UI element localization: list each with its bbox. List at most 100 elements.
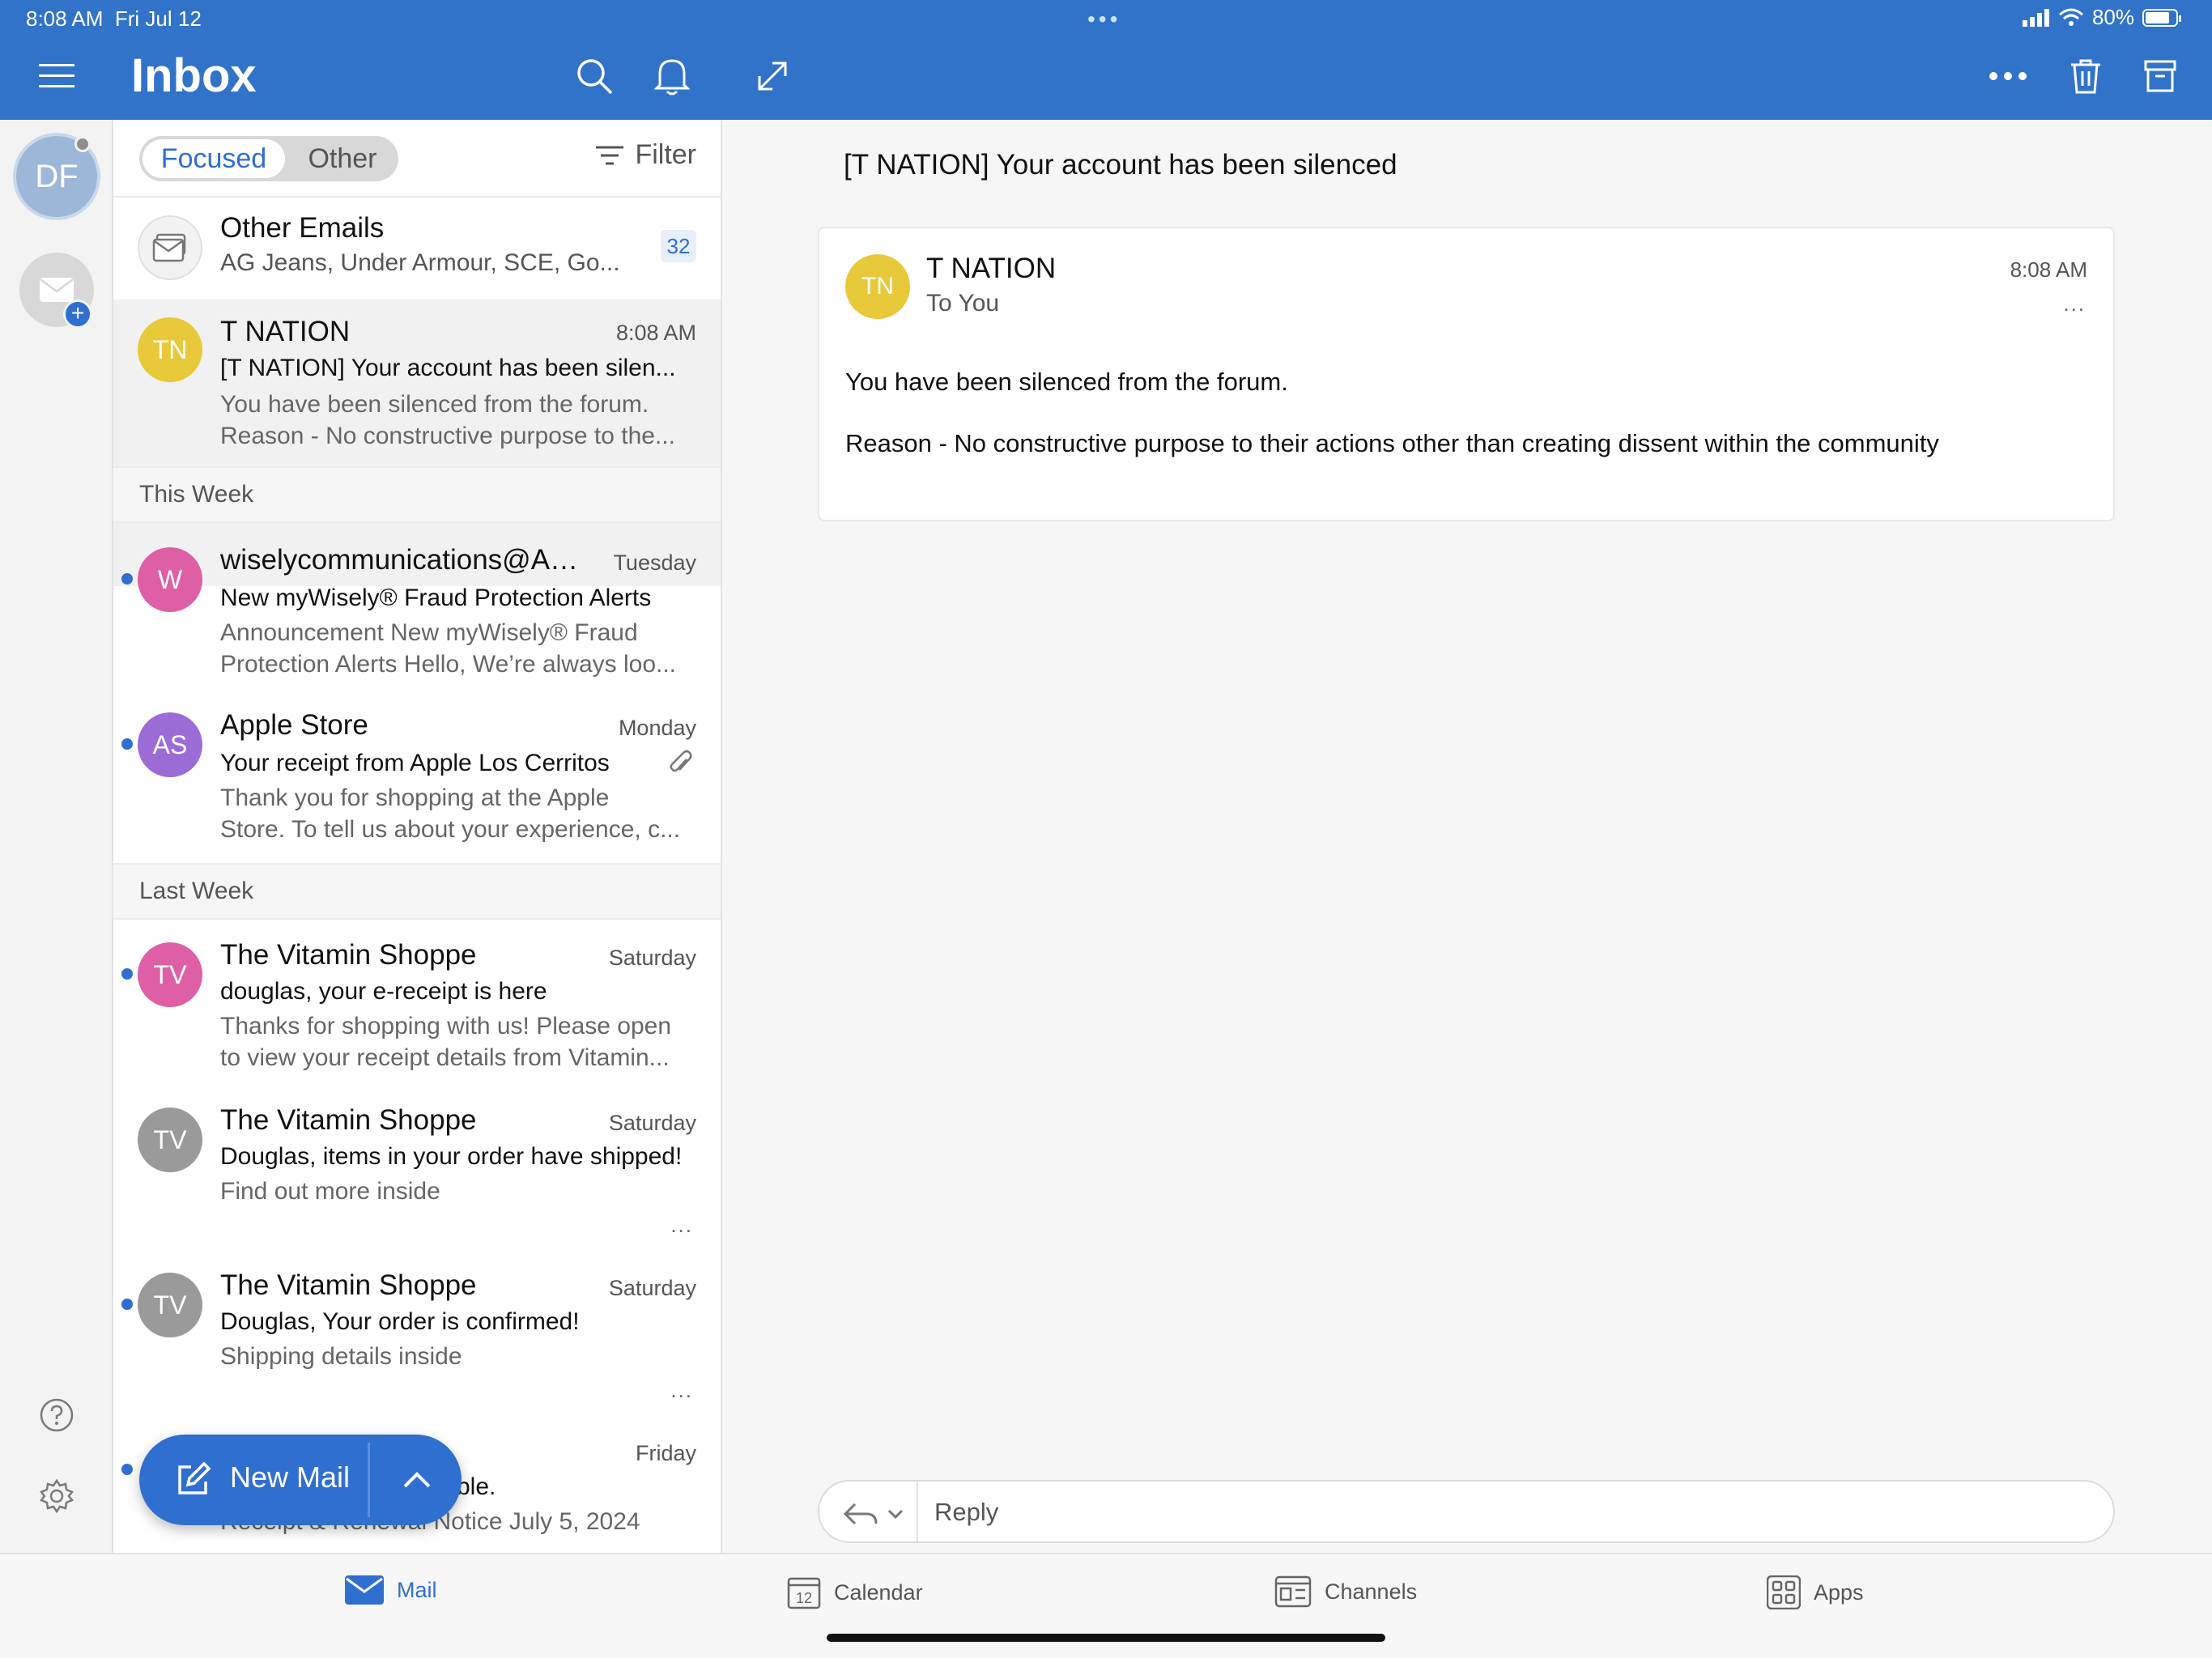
tab-channels[interactable]: Channels xyxy=(1274,1575,1417,1608)
search-icon[interactable] xyxy=(572,53,617,99)
message-subject: Douglas, Your order is confirmed! xyxy=(220,1308,580,1335)
mail-icon xyxy=(345,1575,384,1605)
other-emails-title: Other Emails xyxy=(220,212,385,244)
message-date: Tuesday xyxy=(613,551,696,575)
sender-name: The Vitamin Shoppe xyxy=(220,939,477,971)
message-subject: ble. xyxy=(457,1473,496,1500)
sender-name: T NATION xyxy=(220,316,351,347)
list-item-wisely[interactable]: W wiselycommunications@AD... Tuesday New… xyxy=(113,523,721,688)
bell-icon[interactable] xyxy=(649,53,695,99)
status-time: 8:08 AM Fri Jul 12 xyxy=(26,6,202,31)
signal-icon xyxy=(2022,8,2049,27)
message-subject: New myWisely® Fraud Protection Alerts xyxy=(220,585,652,611)
sender-name: The Vitamin Shoppe xyxy=(220,1104,477,1136)
avatar: TN xyxy=(138,317,202,382)
reply-divider xyxy=(917,1482,918,1541)
message-date: Monday xyxy=(618,716,696,740)
unread-dot xyxy=(121,1299,133,1310)
message-more-icon[interactable]: ... xyxy=(2063,291,2086,317)
message-body: You have been silenced from the forum. R… xyxy=(845,366,2092,489)
calendar-icon: 12 xyxy=(787,1577,821,1609)
message-preview: Shipping details inside xyxy=(220,1343,462,1370)
avatar: TV xyxy=(138,942,202,1007)
message-preview: Thank you for shopping at the Apple Stor… xyxy=(220,784,681,843)
wifi-icon xyxy=(2058,8,2083,26)
tab-other[interactable]: Other xyxy=(290,139,395,178)
expand-icon[interactable] xyxy=(750,53,795,99)
message-subject: [T NATION] Your account has been silen..… xyxy=(220,355,676,381)
avatar: TV xyxy=(138,1273,202,1337)
more-icon[interactable] xyxy=(1985,53,2031,99)
message-list: Focused Other Filter Other Emails AG Jea… xyxy=(113,120,722,1553)
top-bar: 8:08 AM Fri Jul 12 ••• 80% Inbox xyxy=(0,0,2212,120)
avatar: AS xyxy=(138,712,202,777)
unread-count-badge: 32 xyxy=(661,230,696,262)
list-item-vitamin-shoppe-shipped[interactable]: TV The Vitamin Shoppe Saturday Douglas, … xyxy=(113,1085,721,1250)
other-emails-avatar xyxy=(138,215,202,280)
menu-icon[interactable] xyxy=(34,53,79,99)
trash-icon[interactable] xyxy=(2063,53,2108,99)
other-emails-preview: AG Jeans, Under Armour, SCE, Go... xyxy=(220,249,620,276)
help-icon[interactable] xyxy=(36,1394,78,1436)
message-subject: Douglas, items in your order have shippe… xyxy=(220,1143,683,1170)
reading-pane: [T NATION] Your account has been silence… xyxy=(722,120,2212,1553)
new-mail-label: New Mail xyxy=(230,1460,351,1494)
reply-bar[interactable]: Reply xyxy=(818,1480,2115,1543)
unread-dot xyxy=(121,738,133,750)
message-card: TN T NATION To You 8:08 AM ... You have … xyxy=(818,227,2115,521)
thread-subject: [T NATION] Your account has been silence… xyxy=(844,149,1397,181)
plus-icon[interactable]: + xyxy=(63,300,92,329)
attachment-icon xyxy=(670,750,692,772)
sender-name[interactable]: T NATION xyxy=(926,253,1056,285)
more-options-icon[interactable]: ... xyxy=(670,1213,693,1238)
apps-icon xyxy=(1767,1575,1801,1609)
list-item-apple-store[interactable]: AS Apple Store Monday Your receipt from … xyxy=(113,688,721,863)
message-date: 8:08 AM xyxy=(615,321,696,345)
sender-name: Apple Store xyxy=(220,709,368,741)
envelope-stack-icon xyxy=(152,233,186,262)
bottom-tab-bar: Mail 12 Calendar Channels Apps xyxy=(0,1553,2212,1658)
multitasking-dots[interactable]: ••• xyxy=(1087,6,1121,32)
message-preview: You have been silenced from the forum. R… xyxy=(220,391,675,449)
home-indicator[interactable] xyxy=(827,1634,1385,1642)
tab-focused[interactable]: Focused xyxy=(143,139,285,178)
chevron-up-icon[interactable] xyxy=(400,1464,434,1498)
page-title: Inbox xyxy=(131,49,257,102)
sender-avatar[interactable]: TN xyxy=(845,254,910,319)
sender-name: The Vitamin Shoppe xyxy=(220,1269,477,1301)
compose-icon xyxy=(178,1462,211,1494)
reply-icon[interactable] xyxy=(842,1498,915,1530)
filter-icon xyxy=(596,146,624,164)
filter-button[interactable]: Filter xyxy=(596,139,696,171)
list-item-vitamin-shoppe-receipt[interactable]: TV The Vitamin Shoppe Saturday douglas, … xyxy=(113,920,721,1085)
tab-mail[interactable]: Mail xyxy=(345,1575,437,1605)
status-indicators: 80% xyxy=(2022,5,2181,30)
unread-dot xyxy=(121,573,133,585)
settings-icon[interactable] xyxy=(36,1475,78,1517)
body-paragraph: Reason - No constructive purpose to thei… xyxy=(845,429,1939,457)
filter-label: Filter xyxy=(635,139,696,170)
section-header-this-week: This Week xyxy=(113,466,721,523)
message-date: Friday xyxy=(635,1441,696,1465)
svg-text:12: 12 xyxy=(796,1590,812,1606)
more-options-icon[interactable]: ... xyxy=(670,1378,693,1403)
archive-icon[interactable] xyxy=(2138,53,2183,99)
list-item-vitamin-shoppe-confirmed[interactable]: TV The Vitamin Shoppe Saturday Douglas, … xyxy=(113,1250,721,1415)
tab-calendar[interactable]: 12 Calendar xyxy=(787,1575,923,1609)
message-date: Saturday xyxy=(608,946,696,970)
message-preview: Announcement New myWisely® Fraud Protect… xyxy=(220,619,677,678)
fab-divider xyxy=(368,1443,370,1517)
mail-icon xyxy=(40,278,74,302)
sender-name: wiselycommunications@AD... xyxy=(220,544,593,576)
avatar: W xyxy=(138,547,202,612)
new-mail-button[interactable]: New Mail xyxy=(139,1435,462,1525)
tab-apps[interactable]: Apps xyxy=(1767,1575,1864,1609)
message-subject: douglas, your e-receipt is here xyxy=(220,978,547,1005)
reply-input[interactable]: Reply xyxy=(934,1498,998,1527)
message-preview: Thanks for shopping with us! Please open… xyxy=(220,1013,672,1071)
unread-dot xyxy=(121,968,133,980)
other-emails-row[interactable]: Other Emails AG Jeans, Under Armour, SCE… xyxy=(113,198,721,300)
recipient: To You xyxy=(926,290,1000,317)
avatar: TV xyxy=(138,1107,202,1172)
section-header-last-week: Last Week xyxy=(113,863,721,920)
